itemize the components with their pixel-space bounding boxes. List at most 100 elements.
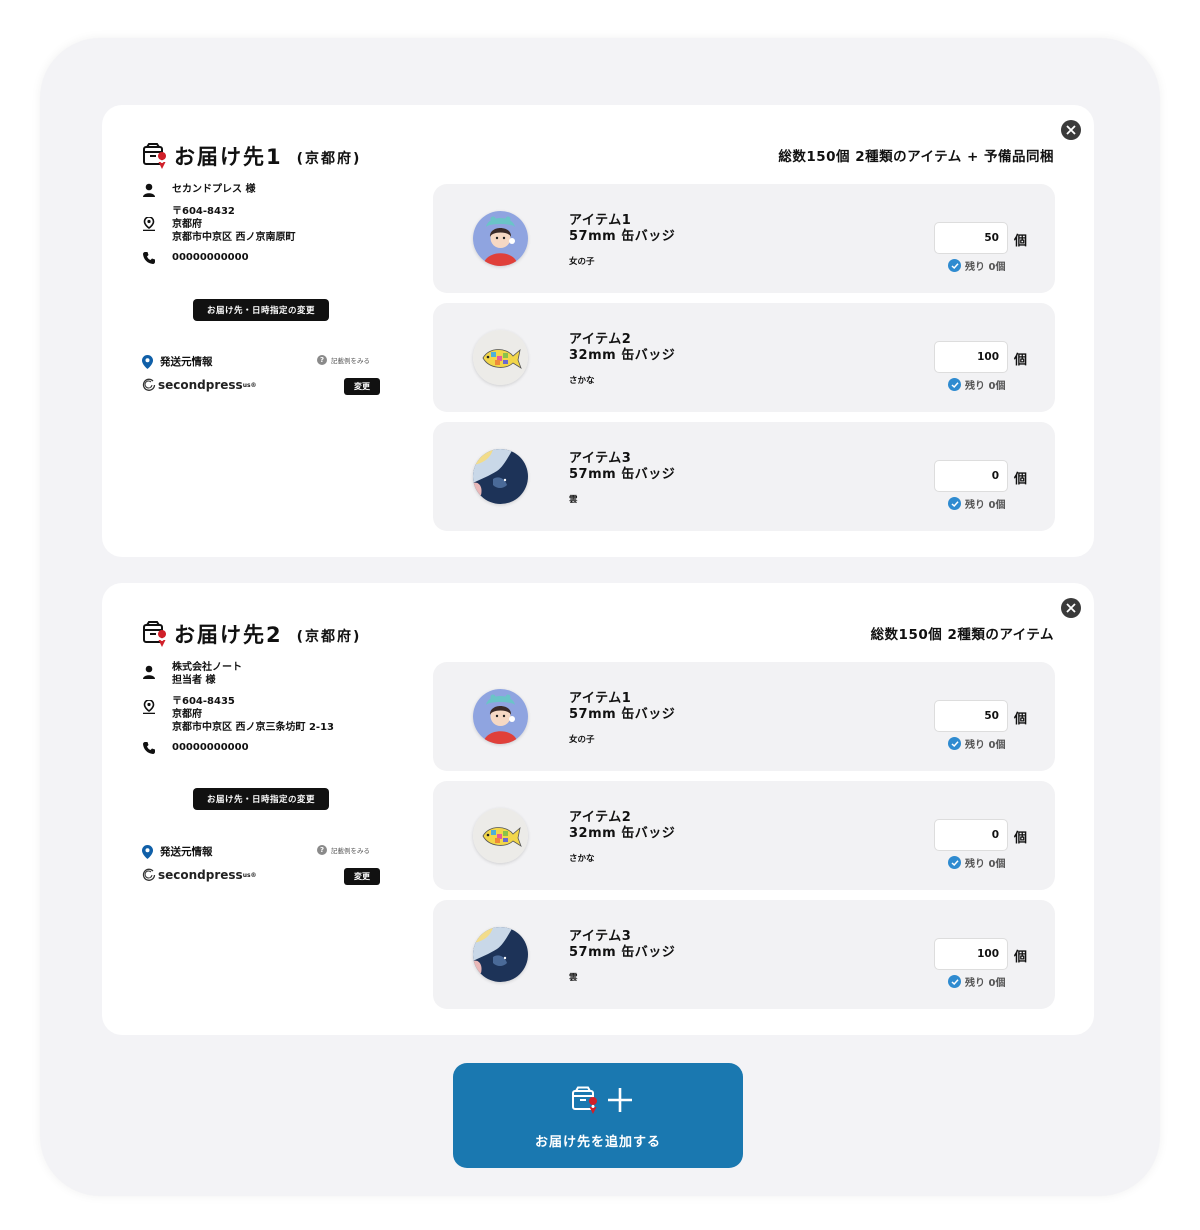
phone-number: 00000000000: [172, 742, 249, 753]
item-row: アイテム232mm 缶バッジ さかな 個 残り 0個: [433, 303, 1055, 412]
item-title: アイテム1: [569, 213, 632, 228]
item-variant: さかな: [569, 376, 595, 386]
recipient-name-row: セカンドプレス 様: [142, 183, 402, 197]
remaining-text: 残り 0個: [965, 381, 1006, 392]
origin-change-button[interactable]: 変更: [344, 378, 380, 395]
quantity-input[interactable]: [934, 700, 1008, 732]
recipient-name: 担当者 様: [172, 675, 216, 686]
address-row: 〒604-8432 京都府 京都市中京区 西ノ京南原町: [142, 205, 402, 244]
item-row: アイテム157mm 缶バッジ 女の子 個 残り 0個: [433, 662, 1055, 771]
item-spec: 57mm 缶バッジ: [569, 945, 676, 960]
remaining-status: 残り 0個: [948, 974, 1005, 989]
unit-label: 個: [1014, 712, 1028, 727]
girl-badge-icon: [473, 211, 528, 266]
logo-sup: ®: [250, 381, 257, 389]
remaining-text: 残り 0個: [965, 500, 1006, 511]
check-icon: [948, 856, 961, 869]
item-spec: 32mm 缶バッジ: [569, 348, 676, 363]
check-icon: [948, 497, 961, 510]
unit-label: 個: [1014, 831, 1028, 846]
remaining-status: 残り 0個: [948, 736, 1005, 751]
secondpress-logo-icon: [142, 378, 156, 391]
unit-label: 個: [1014, 950, 1028, 965]
close-icon[interactable]: [1061, 598, 1081, 618]
item-title: アイテム1: [569, 691, 632, 706]
delivery-box-icon: [572, 1086, 598, 1114]
address-line: 京都市中京区 西ノ京三条坊町 2-13: [172, 722, 334, 733]
person-icon: [143, 183, 155, 197]
prefecture-label: (京都府): [296, 151, 362, 167]
quantity-input[interactable]: [934, 938, 1008, 970]
add-destination-label: お届け先を追加する: [534, 1135, 661, 1150]
question-icon: ?: [317, 845, 327, 855]
item-name: アイテム1 57mm 缶バッジ: [569, 691, 675, 723]
logo-text: secondpress: [158, 378, 243, 392]
recipient-company: 株式会社ノート: [172, 662, 242, 673]
item-variant: 雲: [569, 495, 578, 505]
phone-row: 00000000000: [142, 741, 402, 755]
add-destination-button[interactable]: お届け先を追加する: [453, 1063, 743, 1168]
item-row: アイテム357mm 缶バッジ 雲 個 残り 0個: [433, 900, 1055, 1009]
fish-badge-icon: [473, 808, 528, 863]
plus-icon: [608, 1088, 632, 1112]
destination-card-1: お届け先1 (京都府) 総数150個 2種類のアイテム + 予備品同梱 セカンド…: [102, 105, 1094, 557]
add-destination-icons: [571, 1085, 633, 1115]
origin-change-button[interactable]: 変更: [344, 868, 380, 885]
logo-sup: ®: [250, 871, 257, 879]
item-name: アイテム1 57mm 缶バッジ: [569, 213, 675, 245]
phone-icon: [143, 252, 155, 264]
check-icon: [948, 737, 961, 750]
quantity-input[interactable]: [934, 341, 1008, 373]
remaining-status: 残り 0個: [948, 855, 1005, 870]
secondpress-logo: secondpress us ®: [142, 378, 257, 392]
secondpress-logo: secondpress us ®: [142, 868, 257, 882]
address-line: 京都市中京区 西ノ京南原町: [172, 232, 296, 243]
close-icon[interactable]: [1061, 120, 1081, 140]
help-link[interactable]: ? 記載例をみる: [317, 845, 370, 855]
item-name: アイテム3 57mm 缶バッジ: [569, 451, 675, 483]
item-row: アイテム232mm 缶バッジ さかな 個 残り 0個: [433, 781, 1055, 890]
check-icon: [948, 975, 961, 988]
remaining-status: 残り 0個: [948, 258, 1005, 273]
destination-title-text: お届け先1: [174, 145, 283, 169]
help-text: 記載例をみる: [331, 357, 370, 365]
origin-label: 発送元情報: [160, 356, 213, 368]
logo-sub: us: [242, 871, 251, 879]
origin-heading: 発送元情報: [142, 844, 213, 859]
check-icon: [948, 378, 961, 391]
item-row: アイテム357mm 缶バッジ 雲 個 残り 0個: [433, 422, 1055, 531]
quantity-input[interactable]: [934, 460, 1008, 492]
quantity-input[interactable]: [934, 819, 1008, 851]
secondpress-logo-icon: [142, 868, 156, 881]
change-destination-button[interactable]: お届け先・日時指定の変更: [193, 299, 329, 321]
remaining-text: 残り 0個: [965, 978, 1006, 989]
remaining-status: 残り 0個: [948, 377, 1005, 392]
cloud-badge-icon: [473, 927, 528, 982]
unit-label: 個: [1014, 472, 1028, 487]
change-destination-button[interactable]: お届け先・日時指定の変更: [193, 788, 329, 810]
item-spec: 32mm 缶バッジ: [569, 826, 676, 841]
address-prefecture: 京都府: [172, 709, 202, 720]
item-spec: 57mm 缶バッジ: [569, 467, 676, 482]
phone-icon: [143, 742, 155, 754]
phone-row: 00000000000: [142, 251, 402, 265]
map-pin-icon: [143, 217, 155, 231]
origin-heading: 発送元情報: [142, 354, 213, 369]
address-row: 〒604-8435 京都府 京都市中京区 西ノ京三条坊町 2-13: [142, 695, 402, 734]
delivery-box-icon: [143, 621, 167, 647]
postal-code: 〒604-8435: [172, 696, 235, 707]
item-variant: 雲: [569, 973, 578, 983]
origin-label: 発送元情報: [160, 846, 213, 858]
phone-number: 00000000000: [172, 252, 249, 263]
check-icon: [948, 259, 961, 272]
help-link[interactable]: ? 記載例をみる: [317, 355, 370, 365]
question-icon: ?: [317, 355, 327, 365]
postal-code: 〒604-8432: [172, 206, 235, 217]
item-name: アイテム2 32mm 缶バッジ: [569, 810, 675, 842]
address-prefecture: 京都府: [172, 219, 202, 230]
girl-badge-icon: [473, 689, 528, 744]
destination-title-text: お届け先2: [174, 623, 283, 647]
quantity-input[interactable]: [934, 222, 1008, 254]
location-pin-icon: [142, 844, 153, 859]
item-name: アイテム2 32mm 缶バッジ: [569, 332, 675, 364]
